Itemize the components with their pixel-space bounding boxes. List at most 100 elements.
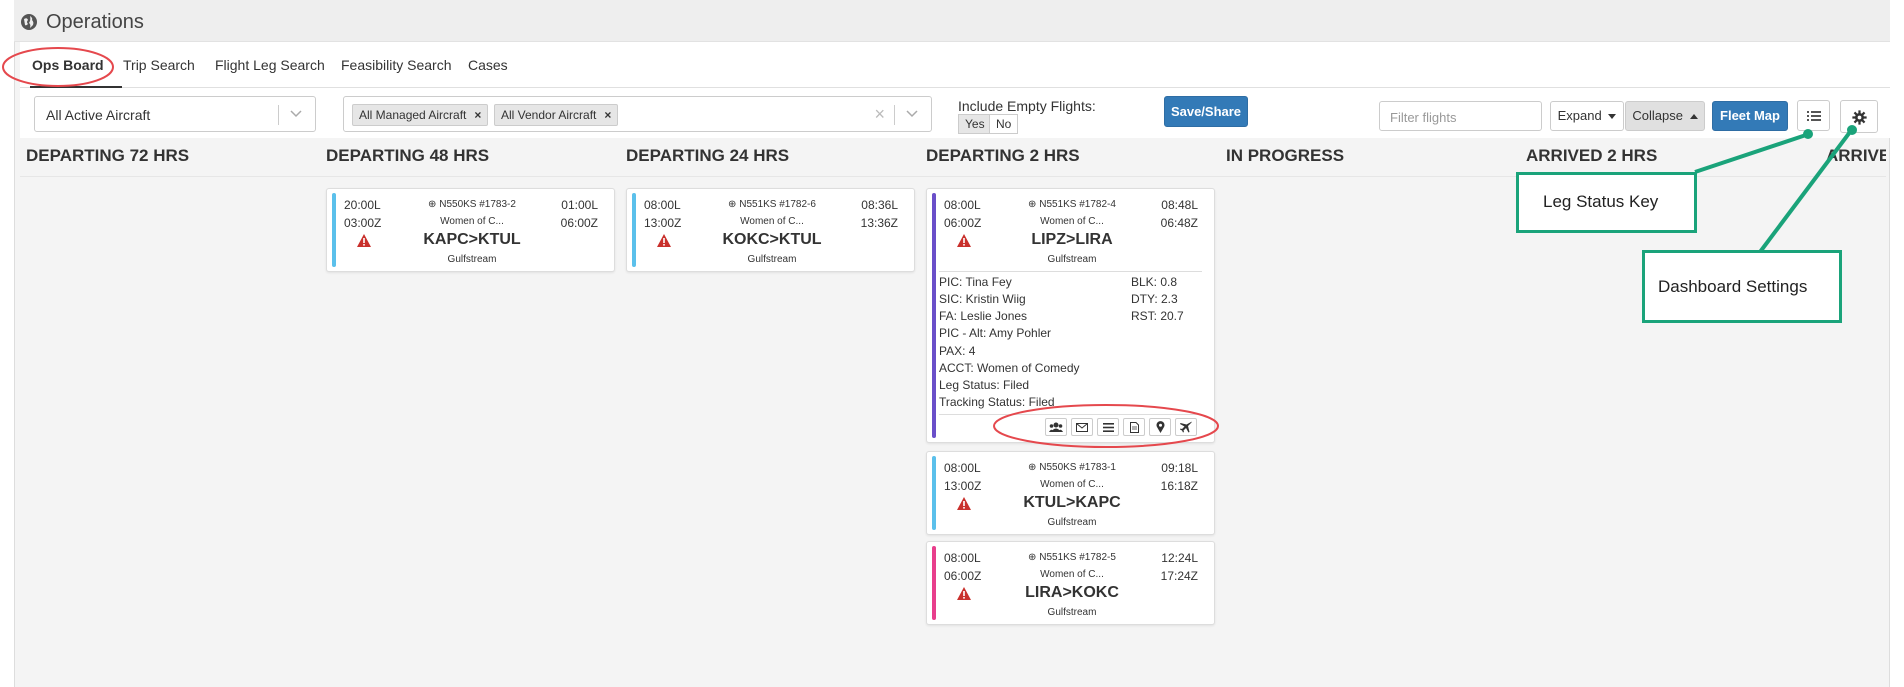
tab-flight-leg-search[interactable]: Flight Leg Search: [215, 57, 325, 73]
tab-ops-board[interactable]: Ops Board: [32, 57, 104, 73]
tail-number: N551KS #1782-5: [1039, 552, 1116, 563]
include-empty-yes[interactable]: Yes: [958, 114, 992, 134]
warning-icon: [957, 587, 971, 600]
fleet-map-button[interactable]: Fleet Map: [1712, 101, 1788, 131]
tail-number: N551KS #1782-4: [1039, 199, 1116, 210]
clear-all-icon[interactable]: ×: [874, 104, 885, 125]
chevron-down-icon: [906, 110, 918, 118]
tail-number: N550KS #1783-1: [1039, 462, 1116, 473]
leg-status-key-button[interactable]: [1797, 100, 1830, 131]
route: KOKC>KTUL: [722, 231, 822, 248]
caret-up-icon: [1689, 114, 1698, 119]
chip-label: All Managed Aircraft: [359, 108, 467, 122]
zulu-departure: 03:00Z: [344, 216, 382, 230]
tab-feasibility-search[interactable]: Feasibility Search: [341, 57, 452, 73]
app-title: Operations: [46, 11, 144, 33]
flight-card-lira-kokc[interactable]: 08:00L 06:00Z ⊕ N551KS #1782-5 Women of …: [926, 541, 1215, 625]
customer-name: Women of C...: [1040, 216, 1104, 227]
tab-bar: Ops Board Trip Search Flight Leg Search …: [20, 42, 1890, 88]
users-icon: [1049, 422, 1063, 432]
crosshair-icon: ⊕: [1028, 462, 1037, 473]
details-button[interactable]: [1097, 418, 1119, 436]
local-arrival: 09:18L: [1161, 461, 1198, 475]
crosshair-icon: ⊕: [1028, 199, 1037, 210]
chip-label: All Vendor Aircraft: [501, 108, 597, 122]
card-actions: [1045, 418, 1200, 438]
chip-managed-aircraft: All Managed Aircraft ×: [352, 104, 489, 126]
gear-icon: [1851, 110, 1867, 125]
caret-down-icon: [1608, 114, 1617, 119]
customer-name: Women of C...: [1040, 479, 1104, 490]
flight-card-lipz-lira[interactable]: 08:00L 06:00Z ⊕ N551KS #1782-4 Women of …: [926, 188, 1215, 443]
list-icon: [1806, 111, 1821, 121]
flight-card-kapc-ktul[interactable]: 20:00L 03:00Z ⊕ N550KS #1783-2 Women of …: [326, 188, 615, 272]
local-arrival: 01:00L: [561, 198, 598, 212]
zulu-arrival: 16:18Z: [1160, 479, 1198, 493]
route: KAPC>KTUL: [423, 231, 521, 248]
callout-leg-status-key: Leg Status Key: [1516, 172, 1697, 233]
documents-button[interactable]: [1123, 418, 1145, 436]
aircraft-type: Gulfstream: [447, 254, 497, 265]
flight-tracking-button[interactable]: [1175, 418, 1197, 436]
column-departing-2: DEPARTING 2 HRS: [926, 146, 1080, 165]
flight-card-ktul-kapc[interactable]: 08:00L 13:00Z ⊕ N550KS #1783-1 Women of …: [926, 451, 1215, 535]
location-button[interactable]: [1149, 418, 1171, 436]
include-empty-no[interactable]: No: [989, 114, 1019, 134]
detail-sic: SIC: Kristin Wiig: [939, 292, 1026, 306]
email-button[interactable]: [1071, 418, 1093, 436]
tail-trip: ⊕ N551KS #1782-5: [1017, 552, 1127, 563]
tab-trip-search[interactable]: Trip Search: [123, 57, 195, 73]
local-arrival: 08:36L: [861, 198, 898, 212]
callout-dashboard-settings: Dashboard Settings: [1642, 250, 1842, 323]
local-departure: 08:00L: [644, 198, 681, 212]
dashboard-settings-button[interactable]: [1840, 100, 1878, 133]
zulu-departure: 13:00Z: [644, 216, 682, 230]
detail-pax: PAX: 4: [939, 344, 976, 358]
save-share-button[interactable]: Save/Share: [1164, 96, 1248, 127]
column-arrived-2: ARRIVED 2 HRS: [1526, 146, 1658, 165]
chip-remove-icon[interactable]: ×: [604, 108, 611, 122]
tail-trip: ⊕ N551KS #1782-4: [1017, 199, 1127, 210]
detail-tracking-status: Tracking Status: Filed: [939, 395, 1055, 409]
aircraft-type: Gulfstream: [1047, 607, 1097, 618]
aircraft-type: Gulfstream: [747, 254, 797, 265]
expand-button[interactable]: Expand: [1550, 101, 1624, 131]
local-departure: 20:00L: [344, 198, 381, 212]
leg-status-bar: [932, 456, 936, 530]
chevron-down-icon: [290, 110, 302, 118]
detail-fa: FA: Leslie Jones: [939, 309, 1028, 323]
app-header: [14, 0, 1890, 42]
detail-pic-alt: PIC - Alt: Amy Pohler: [939, 326, 1052, 340]
stat-block: BLK: 0.8: [1131, 275, 1178, 289]
aircraft-type: Gulfstream: [1047, 517, 1097, 528]
stat-duty: DTY: 2.3: [1131, 292, 1178, 306]
tail-trip: ⊕ N550KS #1783-2: [417, 199, 527, 210]
chip-vendor-aircraft: All Vendor Aircraft ×: [494, 104, 619, 126]
chip-remove-icon[interactable]: ×: [474, 108, 481, 122]
stat-rest: RST: 20.7: [1131, 309, 1184, 323]
card-divider: [939, 414, 1202, 415]
leg-status-bar: [932, 546, 936, 620]
zulu-arrival: 06:48Z: [1160, 216, 1198, 230]
tail-number: N550KS #1783-2: [439, 199, 516, 210]
collapse-button[interactable]: Collapse: [1625, 101, 1705, 131]
column-arrive-truncated: ARRIVE: [1826, 146, 1886, 165]
filter-flights-input[interactable]: Filter flights: [1379, 101, 1542, 131]
crew-button[interactable]: [1045, 418, 1067, 436]
detail-pic: PIC: Tina Fey: [939, 275, 1012, 289]
tab-cases[interactable]: Cases: [468, 57, 508, 73]
callout-text: Leg Status Key: [1543, 192, 1659, 211]
zulu-departure: 06:00Z: [944, 216, 982, 230]
flight-card-kokc-ktul[interactable]: 08:00L 13:00Z ⊕ N551KS #1782-6 Women of …: [626, 188, 915, 272]
include-empty-label: Include Empty Flights:: [958, 98, 1096, 114]
menu-icon: [1102, 422, 1114, 432]
detail-leg-status: Leg Status: Filed: [939, 378, 1030, 392]
tail-trip: ⊕ N550KS #1783-1: [1017, 462, 1127, 473]
callout-text: Dashboard Settings: [1658, 277, 1808, 296]
customer-name: Women of C...: [1040, 569, 1104, 580]
crosshair-icon: ⊕: [1028, 552, 1037, 563]
local-departure: 08:00L: [944, 198, 981, 212]
aircraft-select[interactable]: All Active Aircraft: [34, 96, 316, 132]
warning-icon: [957, 234, 971, 247]
aircraft-group-multiselect[interactable]: All Managed Aircraft × All Vendor Aircraf…: [343, 96, 932, 132]
